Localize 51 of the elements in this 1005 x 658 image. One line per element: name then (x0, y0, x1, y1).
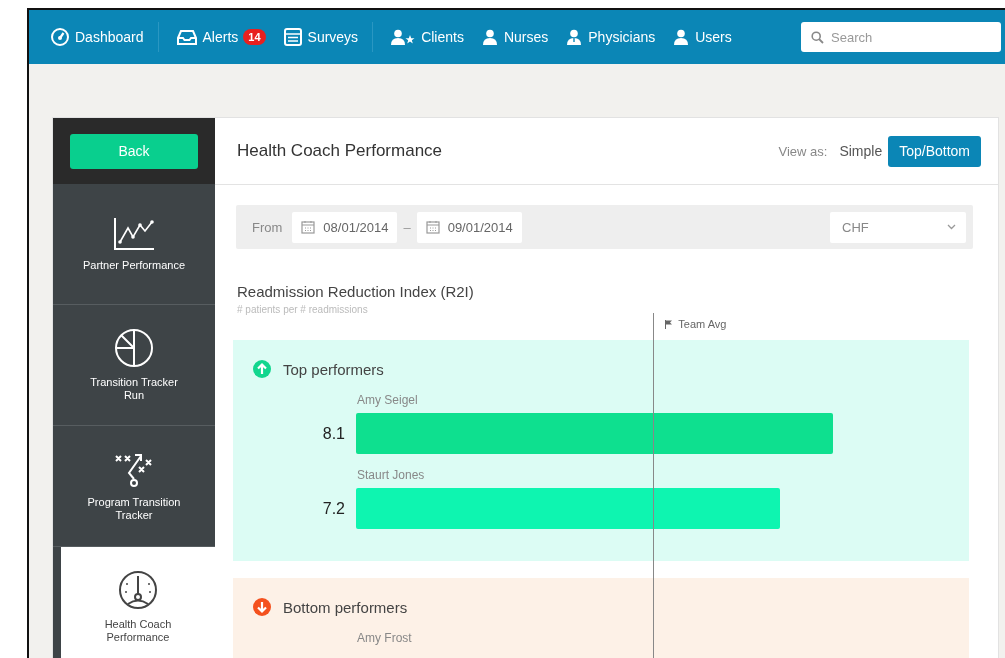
user-icon (566, 29, 583, 45)
metric-title: Readmission Reduction Index (R2I) (237, 283, 475, 300)
arrow-down-icon (253, 598, 271, 616)
team-average-label: Team Avg (665, 318, 727, 330)
nav-item[interactable]: Clients (391, 29, 464, 45)
gauge-icon (51, 28, 69, 46)
performer-name: Amy Seigel (357, 393, 419, 407)
group-title: Top performers (283, 360, 384, 378)
sidebar-item[interactable]: Health Coach Performance (61, 547, 215, 658)
calendar-icon (425, 220, 440, 234)
nav-item[interactable]: Surveys (283, 28, 359, 46)
pie-chart-icon (114, 328, 154, 368)
performer-name: Staurt Jones (357, 468, 426, 482)
nav-item[interactable]: Physicians (566, 29, 656, 45)
list-icon (283, 28, 302, 46)
condition-dropdown[interactable]: CHF (830, 211, 966, 243)
metric-subtitle: # patients per # readmissions (237, 304, 369, 315)
user-icon (673, 29, 690, 45)
page-title: Health Coach Performance (237, 141, 444, 161)
group-title: Bottom performers (283, 598, 408, 616)
nav-item[interactable]: Dashboard (51, 28, 144, 46)
nav-item[interactable]: Alerts 14 (176, 29, 266, 45)
nav-item[interactable]: Nurses (481, 29, 549, 45)
sidebar-item-label: Health Coach Performance (103, 618, 173, 644)
flag-icon (665, 319, 674, 329)
inbox-icon (176, 29, 197, 45)
search-field[interactable]: Search (801, 22, 1001, 52)
sidebar-item-label: Transition Tracker Run (89, 376, 179, 402)
range-separator: – (403, 219, 411, 235)
arrow-up-icon (253, 360, 271, 378)
performer-name: Amy Frost (357, 631, 413, 645)
date-field[interactable]: 08/01/2014 (292, 211, 398, 243)
calendar-icon (301, 220, 316, 234)
date-field[interactable]: 09/01/2014 (416, 211, 522, 243)
gauge-icon (118, 570, 158, 610)
performer-score: 7.2 (321, 499, 345, 518)
sidebar-item[interactable]: Partner Performance (53, 184, 215, 305)
view-toggle[interactable]: Simple (833, 135, 889, 167)
from-label: From (252, 219, 283, 235)
sidebar-item-label: Program Transition Tracker (86, 496, 182, 522)
sidebar-item-label: Partner Performance (81, 258, 187, 272)
user-star-icon (391, 29, 416, 45)
chevron-down-icon (947, 224, 956, 230)
alert-count-badge: 14 (243, 29, 266, 45)
performer-score: 8.1 (321, 424, 345, 443)
nav-item[interactable]: Users (673, 29, 732, 45)
line-chart-icon (113, 216, 155, 251)
sidebar-item[interactable]: Transition Tracker Run (53, 305, 215, 426)
view-toggle[interactable]: Top/Bottom (888, 135, 981, 167)
user-icon (481, 29, 498, 45)
view-as-label: View as: (778, 143, 828, 159)
